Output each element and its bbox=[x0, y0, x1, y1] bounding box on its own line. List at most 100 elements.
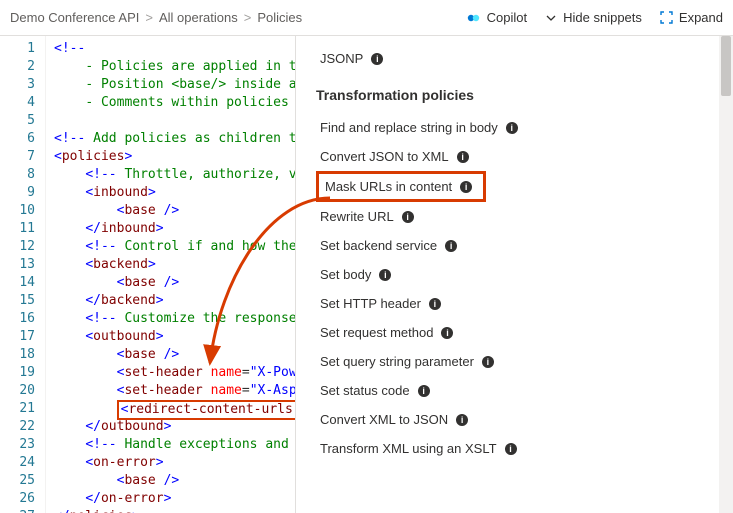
line-number: 12 bbox=[0, 238, 35, 256]
line-number: 15 bbox=[0, 292, 35, 310]
policy-item[interactable]: Rewrite URL i bbox=[316, 202, 713, 231]
info-icon[interactable]: i bbox=[441, 327, 453, 339]
code-line[interactable]: </backend> bbox=[54, 292, 295, 310]
code-line[interactable] bbox=[54, 112, 295, 130]
info-icon[interactable]: i bbox=[457, 151, 469, 163]
policy-label: Set backend service bbox=[320, 238, 437, 253]
breadcrumb-item[interactable]: Demo Conference API bbox=[10, 10, 139, 25]
line-number: 21 bbox=[0, 400, 35, 418]
info-icon[interactable]: i bbox=[506, 122, 518, 134]
line-number: 11 bbox=[0, 220, 35, 238]
policy-label: Mask URLs in content bbox=[325, 179, 452, 194]
code-line[interactable]: <outbound> bbox=[54, 328, 295, 346]
info-icon[interactable]: i bbox=[418, 385, 430, 397]
line-number: 27 bbox=[0, 508, 35, 513]
policy-label: JSONP bbox=[320, 51, 363, 66]
code-line[interactable]: <inbound> bbox=[54, 184, 295, 202]
info-icon[interactable]: i bbox=[460, 181, 472, 193]
policy-list: Find and replace string in bodyiConvert … bbox=[316, 113, 713, 463]
chevron-down-icon bbox=[545, 12, 557, 24]
copilot-icon bbox=[467, 11, 481, 25]
policy-item-jsonp[interactable]: JSONP i bbox=[316, 44, 713, 73]
copilot-button[interactable]: Copilot bbox=[467, 10, 527, 25]
line-number: 22 bbox=[0, 418, 35, 436]
breadcrumb-item[interactable]: All operations bbox=[159, 10, 238, 25]
code-line[interactable]: <!-- Control if and how the bbox=[54, 238, 295, 256]
policy-label: Transform XML using an XSLT bbox=[320, 441, 497, 456]
breadcrumb-item[interactable]: Policies bbox=[257, 10, 302, 25]
code-line[interactable]: <!-- Handle exceptions and c bbox=[54, 436, 295, 454]
line-number: 4 bbox=[0, 94, 35, 112]
code-body[interactable]: <!-- - Policies are applied in th - Posi… bbox=[46, 36, 295, 513]
code-line[interactable]: - Comments within policies a bbox=[54, 94, 295, 112]
info-icon[interactable]: i bbox=[429, 298, 441, 310]
policy-item[interactable]: Set status codei bbox=[316, 376, 713, 405]
code-line[interactable]: </policies> bbox=[54, 508, 295, 513]
code-line[interactable]: <!-- Add policies as children to bbox=[54, 130, 295, 148]
line-number: 3 bbox=[0, 76, 35, 94]
policy-item[interactable]: Transform XML using an XSLT i bbox=[316, 434, 713, 463]
line-gutter: 1234567891011121314151617181920212223242… bbox=[0, 36, 46, 513]
policy-item[interactable]: Find and replace string in body i bbox=[316, 113, 713, 142]
policy-item[interactable]: Set query string parameter i bbox=[316, 347, 713, 376]
policy-item[interactable]: Convert XML to JSONi bbox=[316, 405, 713, 434]
policy-label: Rewrite URL bbox=[320, 209, 394, 224]
code-line[interactable]: - Position <base/> inside a bbox=[54, 76, 295, 94]
code-line[interactable]: </on-error> bbox=[54, 490, 295, 508]
info-icon[interactable]: i bbox=[505, 443, 517, 455]
policy-item[interactable]: Set request method i bbox=[316, 318, 713, 347]
code-line[interactable]: <base /> bbox=[54, 274, 295, 292]
topbar: Demo Conference API > All operations > P… bbox=[0, 0, 733, 36]
code-editor[interactable]: 1234567891011121314151617181920212223242… bbox=[0, 36, 296, 513]
line-number: 1 bbox=[0, 40, 35, 58]
code-line[interactable]: <base /> bbox=[54, 202, 295, 220]
code-line[interactable]: <base /> bbox=[54, 346, 295, 364]
scrollbar-thumb[interactable] bbox=[721, 36, 731, 96]
code-line[interactable]: <base /> bbox=[54, 472, 295, 490]
policy-label: Set query string parameter bbox=[320, 354, 474, 369]
policy-item[interactable]: Convert JSON to XMLi bbox=[316, 142, 713, 171]
info-icon[interactable]: i bbox=[379, 269, 391, 281]
expand-button[interactable]: Expand bbox=[660, 10, 723, 25]
line-number: 16 bbox=[0, 310, 35, 328]
policy-item[interactable]: Set backend service i bbox=[316, 231, 713, 260]
code-line[interactable]: </inbound> bbox=[54, 220, 295, 238]
code-line[interactable]: <!-- Throttle, authorize, va bbox=[54, 166, 295, 184]
line-number: 19 bbox=[0, 364, 35, 382]
line-number: 24 bbox=[0, 454, 35, 472]
line-number: 6 bbox=[0, 130, 35, 148]
code-line[interactable]: <set-header name="X-Powe bbox=[54, 364, 295, 382]
code-line[interactable]: <backend> bbox=[54, 256, 295, 274]
line-number: 25 bbox=[0, 472, 35, 490]
line-number: 13 bbox=[0, 256, 35, 274]
code-line[interactable]: <!-- Customize the responses bbox=[54, 310, 295, 328]
toolbar-actions: Copilot Hide snippets Expand bbox=[467, 10, 723, 25]
line-number: 5 bbox=[0, 112, 35, 130]
info-icon[interactable]: i bbox=[371, 53, 383, 65]
code-line[interactable]: - Policies are applied in th bbox=[54, 58, 295, 76]
policy-label: Set request method bbox=[320, 325, 433, 340]
policy-item[interactable]: Set body i bbox=[316, 260, 713, 289]
code-line[interactable]: <!-- bbox=[54, 40, 295, 58]
policy-label: Set body bbox=[320, 267, 371, 282]
info-icon[interactable]: i bbox=[402, 211, 414, 223]
policy-item[interactable]: Mask URLs in content i bbox=[316, 171, 486, 202]
code-line[interactable]: <redirect-content-urls bbox=[54, 400, 295, 418]
scrollbar-track[interactable] bbox=[719, 36, 733, 513]
info-icon[interactable]: i bbox=[445, 240, 457, 252]
policy-item[interactable]: Set HTTP headeri bbox=[316, 289, 713, 318]
line-number: 26 bbox=[0, 490, 35, 508]
line-number: 23 bbox=[0, 436, 35, 454]
info-icon[interactable]: i bbox=[482, 356, 494, 368]
code-line[interactable]: <policies> bbox=[54, 148, 295, 166]
code-line[interactable]: <on-error> bbox=[54, 454, 295, 472]
hide-snippets-button[interactable]: Hide snippets bbox=[545, 10, 642, 25]
breadcrumb-sep: > bbox=[244, 10, 252, 25]
info-icon[interactable]: i bbox=[456, 414, 468, 426]
hide-snippets-label: Hide snippets bbox=[563, 10, 642, 25]
line-number: 10 bbox=[0, 202, 35, 220]
code-line[interactable]: </outbound> bbox=[54, 418, 295, 436]
policy-label: Find and replace string in body bbox=[320, 120, 498, 135]
expand-label: Expand bbox=[679, 10, 723, 25]
code-line[interactable]: <set-header name="X-Asp bbox=[54, 382, 295, 400]
